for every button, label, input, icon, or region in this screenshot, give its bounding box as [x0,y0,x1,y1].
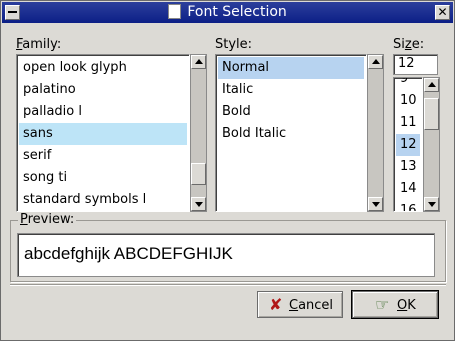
size-list-item[interactable]: 13 [396,156,420,178]
style-list[interactable]: Normal Italic Bold Bold Italic [215,54,367,212]
font-selection-dialog: Font Selection ✕ Family: open look glyph… [0,0,455,341]
style-label: Style: [215,37,253,52]
family-scroll-up-icon[interactable] [191,55,206,69]
preview-box[interactable]: abcdefghijk ABCDEFGHIJK [17,233,435,277]
size-list-item[interactable]: 16 [396,200,420,211]
ok-button[interactable]: ☞ OK [352,291,438,318]
size-scrollbar[interactable] [423,77,440,212]
style-scroll-down-icon[interactable] [368,197,383,211]
style-scroll-up-icon[interactable] [368,55,383,69]
close-icon[interactable]: ✕ [435,5,450,20]
size-input[interactable]: 12 [393,54,438,75]
family-list-item[interactable]: open look glyph [19,57,187,79]
family-scrollbar[interactable] [190,54,207,212]
size-label-post: e: [411,37,425,52]
style-list-item[interactable]: Italic [218,79,364,101]
cancel-mnemonic: C [289,298,299,313]
ok-rest: K [407,298,416,313]
family-label-rest: amily: [22,37,62,52]
size-list-item[interactable]: 14 [396,178,420,200]
title-bar[interactable]: Font Selection ✕ [2,2,453,23]
preview-text: abcdefghijk ABCDEFGHIJK [24,244,233,263]
family-scroll-thumb[interactable] [191,163,206,185]
cancel-button[interactable]: ✘ Cancel [257,291,343,318]
style-scrollbar[interactable] [367,54,384,212]
size-list-item[interactable]: 11 [396,112,420,134]
family-scroll-down-icon[interactable] [191,197,206,211]
ok-mnemonic: O [397,298,408,313]
x-mark-icon: ✘ [269,295,283,314]
style-list-item[interactable]: Normal [218,57,364,79]
size-label-mnemonic: z [404,37,412,52]
family-list-item[interactable]: standard symbols l [19,189,187,211]
size-scroll-thumb[interactable] [424,98,439,130]
size-list-item[interactable]: 9 [396,78,420,90]
style-list-item[interactable]: Bold Italic [218,123,364,145]
window-title: Font Selection [187,4,287,20]
preview-label-mnemonic: P [20,212,28,227]
size-scroll-down-icon[interactable] [424,197,439,211]
size-list-item[interactable]: 10 [396,90,420,112]
title-container: Font Selection [2,2,453,23]
family-list-item[interactable]: sans [19,123,187,145]
size-label-pre: Si [393,37,405,52]
family-list-item[interactable]: song ti [19,167,187,189]
size-list-item[interactable]: 12 [396,134,420,156]
family-list-item[interactable]: palladio l [19,101,187,123]
preview-label: Preview: [18,212,77,227]
family-label: Family: [16,37,61,52]
size-label: Size: [393,37,424,52]
cancel-rest: ancel [298,298,334,313]
preview-label-rest: review: [27,212,75,227]
family-list-item[interactable]: serif [19,145,187,167]
button-separator [10,284,446,286]
family-list[interactable]: open look glyph palatino palladio l sans ser… [16,54,190,212]
family-list-item[interactable]: palatino [19,79,187,101]
size-scroll-up-icon[interactable] [424,78,439,92]
hand-check-icon: ☞ [375,295,390,314]
document-icon [168,3,182,19]
cancel-label: Cancel [289,298,333,313]
style-list-item[interactable]: Bold [218,101,364,123]
size-list[interactable]: 9 10 11 12 13 14 16 [393,77,423,212]
ok-label: OK [397,298,416,313]
